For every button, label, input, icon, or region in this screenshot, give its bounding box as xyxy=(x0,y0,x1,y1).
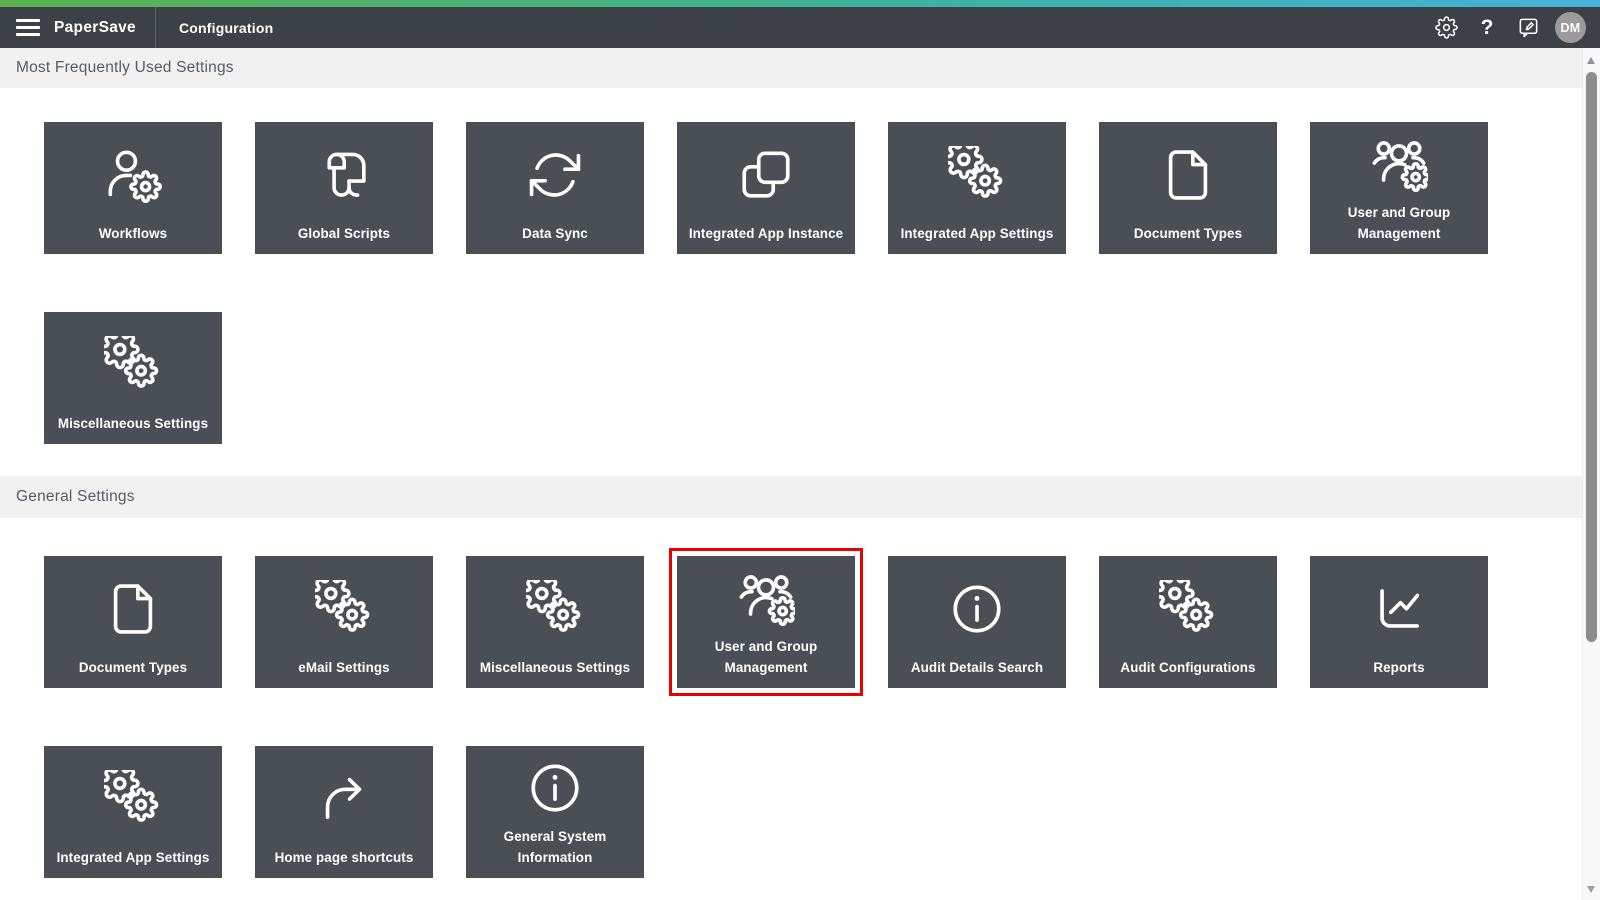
help-icon[interactable]: ? xyxy=(1473,13,1501,43)
tile-label: Miscellaneous Settings xyxy=(466,657,644,688)
tile-email-settings[interactable]: eMail Settings xyxy=(255,556,433,688)
tile-label: Miscellaneous Settings xyxy=(44,413,222,444)
tile-user-and-group-management[interactable]: User and Group Management xyxy=(677,556,855,688)
tile-label: General System Information xyxy=(466,826,644,878)
tile-label: Workflows xyxy=(44,223,222,254)
document-icon xyxy=(1099,122,1277,223)
tile-label: Audit Configurations xyxy=(1099,657,1277,688)
avatar[interactable]: DM xyxy=(1555,12,1586,43)
tile-label: Integrated App Instance xyxy=(677,223,855,254)
content: Most Frequently Used Settings Workflows Gl… xyxy=(0,48,1583,878)
tile-label: eMail Settings xyxy=(255,657,433,688)
document-icon xyxy=(44,556,222,657)
tile-document-types[interactable]: Document Types xyxy=(44,556,222,688)
tile-document-types[interactable]: Document Types xyxy=(1099,122,1277,254)
accent-strip xyxy=(0,0,1600,7)
app-header: PaperSave Configuration ? DM xyxy=(0,7,1600,48)
two-gears-icon xyxy=(44,746,222,847)
header-actions: ? DM xyxy=(1432,12,1600,43)
tile-label: Data Sync xyxy=(466,223,644,254)
tab-configuration[interactable]: Configuration xyxy=(179,20,273,36)
tile-miscellaneous-settings[interactable]: Miscellaneous Settings xyxy=(44,312,222,444)
tile-general-system-information[interactable]: General System Information xyxy=(466,746,644,878)
tile-label: Integrated App Settings xyxy=(888,223,1066,254)
scroll-down-arrow-icon[interactable] xyxy=(1587,886,1595,893)
tile-reports[interactable]: Reports xyxy=(1310,556,1488,688)
tile-grid: Document Types eMail Settings Miscellaneou… xyxy=(0,556,1583,878)
redo-arrow-icon xyxy=(255,746,433,847)
tile-integrated-app-instance[interactable]: Integrated App Instance xyxy=(677,122,855,254)
info-icon xyxy=(888,556,1066,657)
tile-miscellaneous-settings[interactable]: Miscellaneous Settings xyxy=(466,556,644,688)
overlap-squares-icon xyxy=(677,122,855,223)
settings-gear-icon[interactable] xyxy=(1432,13,1460,43)
scrollbar[interactable] xyxy=(1582,48,1600,900)
tile-global-scripts[interactable]: Global Scripts xyxy=(255,122,433,254)
two-gears-icon xyxy=(1099,556,1277,657)
header-divider xyxy=(155,7,156,48)
app-brand: PaperSave xyxy=(54,19,136,37)
info-icon xyxy=(466,746,644,826)
tile-audit-configurations[interactable]: Audit Configurations xyxy=(1099,556,1277,688)
section-title-general-settings: General Settings xyxy=(0,476,1583,518)
menu-icon[interactable] xyxy=(16,19,40,36)
scroll-icon xyxy=(255,122,433,223)
sync-icon xyxy=(466,122,644,223)
tile-label: Document Types xyxy=(1099,223,1277,254)
tile-label: Document Types xyxy=(44,657,222,688)
users-gear-icon xyxy=(677,556,855,636)
two-gears-icon xyxy=(44,312,222,413)
tile-label: User and Group Management xyxy=(1310,202,1488,254)
two-gears-icon xyxy=(466,556,644,657)
tile-grid: Workflows Global Scripts Data Sync Integrat… xyxy=(0,122,1583,444)
scrollbar-thumb[interactable] xyxy=(1586,72,1597,642)
chart-icon xyxy=(1310,556,1488,657)
two-gears-icon xyxy=(888,122,1066,223)
tile-workflows[interactable]: Workflows xyxy=(44,122,222,254)
tile-home-page-shortcuts[interactable]: Home page shortcuts xyxy=(255,746,433,878)
tile-audit-details-search[interactable]: Audit Details Search xyxy=(888,556,1066,688)
feedback-icon[interactable] xyxy=(1514,13,1542,43)
section-title-most-frequently-used-settings: Most Frequently Used Settings xyxy=(0,48,1583,88)
tile-data-sync[interactable]: Data Sync xyxy=(466,122,644,254)
tile-label: User and Group Management xyxy=(677,636,855,688)
user-gear-icon xyxy=(44,122,222,223)
two-gears-icon xyxy=(255,556,433,657)
tile-user-and-group-management[interactable]: User and Group Management xyxy=(1310,122,1488,254)
tile-label: Home page shortcuts xyxy=(255,847,433,878)
users-gear-icon xyxy=(1310,122,1488,202)
tile-integrated-app-settings[interactable]: Integrated App Settings xyxy=(44,746,222,878)
tile-label: Reports xyxy=(1310,657,1488,688)
tile-integrated-app-settings[interactable]: Integrated App Settings xyxy=(888,122,1066,254)
tile-label: Audit Details Search xyxy=(888,657,1066,688)
tile-label: Integrated App Settings xyxy=(44,847,222,878)
scroll-up-arrow-icon[interactable] xyxy=(1587,57,1595,64)
tile-label: Global Scripts xyxy=(255,223,433,254)
